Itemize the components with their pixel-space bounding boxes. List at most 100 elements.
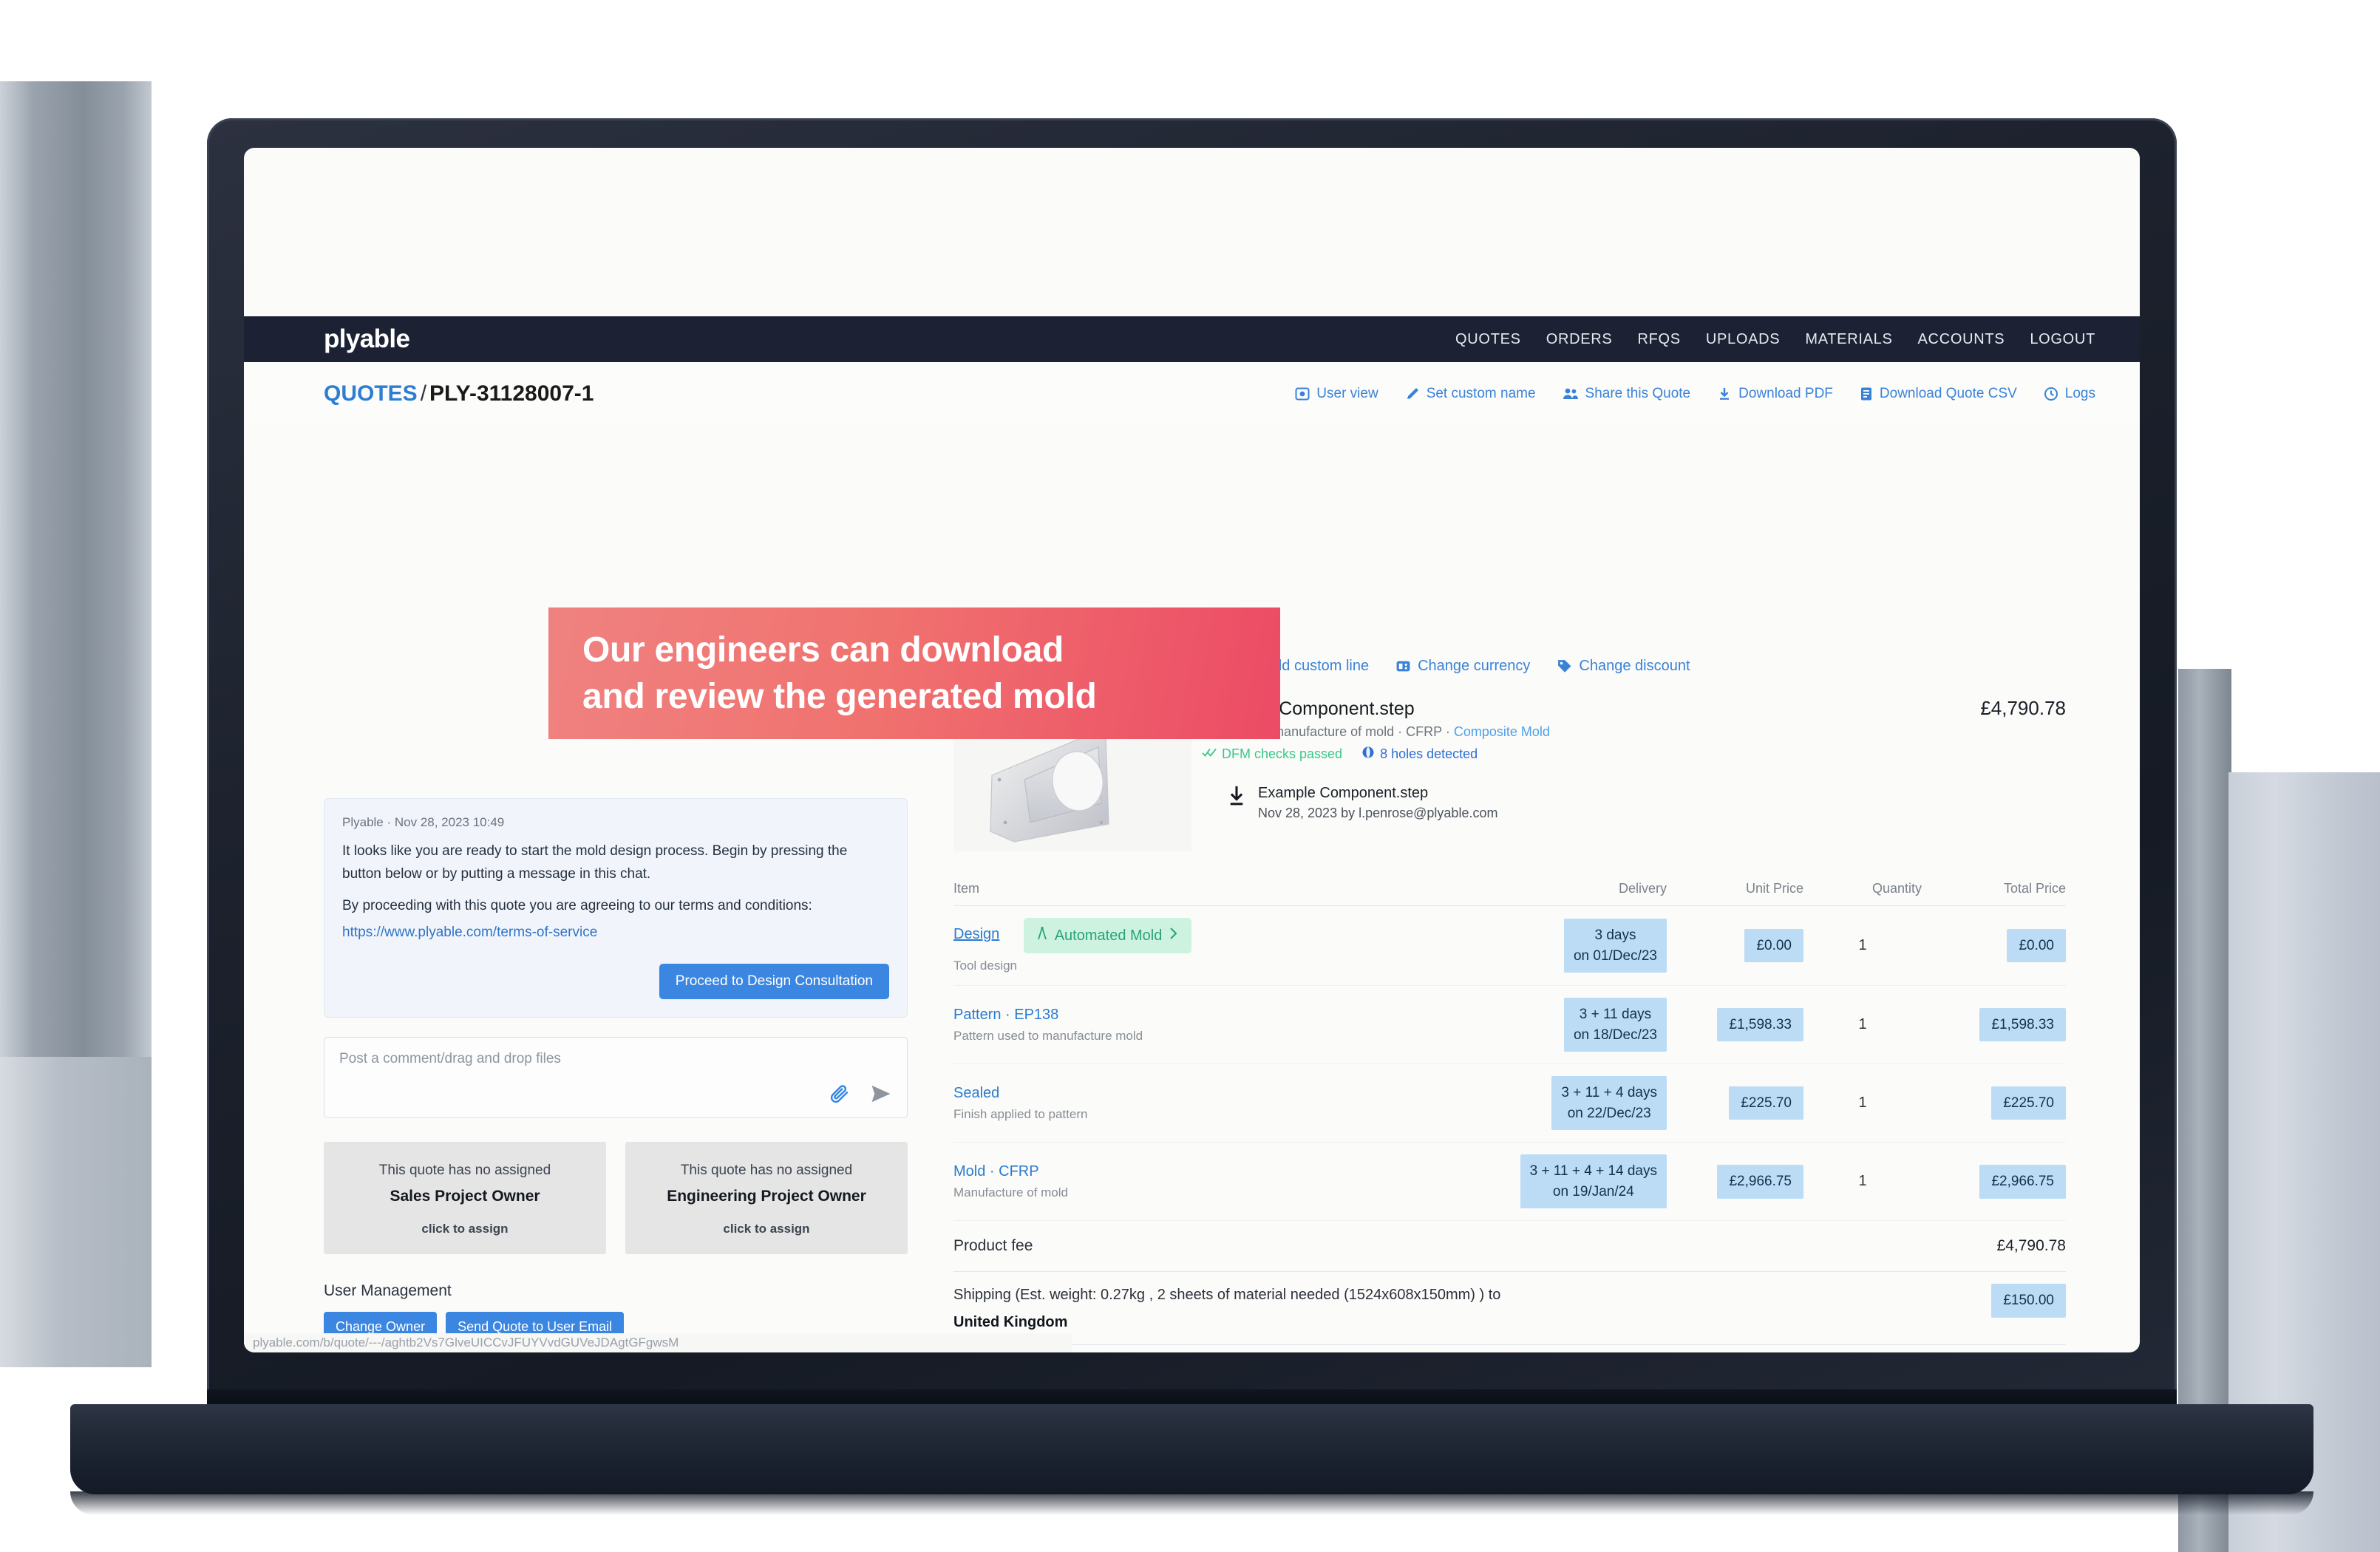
th-delivery: Delivery — [1515, 874, 1667, 906]
comment-placeholder: Post a comment/drag and drop files — [339, 1051, 561, 1067]
delivery-pill: 3 days on 01/Dec/23 — [1563, 918, 1667, 973]
download-csv-button[interactable]: Download Quote CSV — [1860, 386, 2017, 402]
delivery-days: 3 + 11 + 4 days — [1561, 1085, 1657, 1101]
desk-edge-left — [0, 81, 152, 1057]
user-view-button[interactable]: User view — [1295, 386, 1378, 402]
dfm-label: DFM checks passed — [1222, 746, 1343, 761]
sales-project-owner-card[interactable]: This quote has no assigned Sales Project… — [324, 1142, 606, 1255]
line-items-body: Design Automated Mold Tool design 3 days… — [953, 905, 2066, 1222]
set-custom-name-button[interactable]: Set custom name — [1405, 386, 1536, 402]
table-row: Design Automated Mold Tool design 3 days… — [953, 905, 2066, 986]
paperclip-icon[interactable] — [829, 1083, 851, 1109]
cell-total-price: £1,598.33 — [1922, 985, 2066, 1065]
browser-page: plyable QUOTES ORDERS RFQS UPLOADS MATER… — [244, 148, 2140, 1352]
compass-icon — [1036, 926, 1048, 945]
line-item-name-link[interactable]: Pattern · EP138 — [953, 1007, 1058, 1023]
cell-unit-price: £2,966.75 — [1667, 1142, 1803, 1222]
delivery-days: 3 + 11 days — [1579, 1007, 1652, 1022]
nav-link-logout[interactable]: LOGOUT — [2030, 331, 2095, 348]
part-flags: DFM checks passed 8 holes detected — [1202, 746, 2066, 763]
cell-total-price: £225.70 — [1922, 1063, 2066, 1143]
user-management-title: User Management — [324, 1282, 452, 1300]
breadcrumb-quote-id: PLY-31128007-1 — [429, 381, 594, 406]
engineering-owner-assign-hint: click to assign — [723, 1222, 810, 1236]
change-currency-button[interactable]: Change currency — [1395, 658, 1530, 675]
nav-link-uploads[interactable]: UPLOADS — [1706, 331, 1781, 348]
share-quote-button[interactable]: Share this Quote — [1563, 386, 1690, 402]
terms-of-service-link[interactable]: https://www.plyable.com/terms-of-service — [342, 922, 889, 945]
breadcrumb-separator: / — [420, 381, 427, 406]
nav-link-materials[interactable]: MATERIALS — [1805, 331, 1892, 348]
automated-mold-badge[interactable]: Automated Mold — [1023, 918, 1192, 953]
part-file-row[interactable]: Example Component.step Nov 28, 2023 by l… — [1202, 785, 2066, 821]
nav-link-orders[interactable]: ORDERS — [1546, 331, 1613, 348]
cell-quantity: 1 — [1803, 1142, 1922, 1222]
logs-button[interactable]: Logs — [2044, 386, 2095, 402]
shipping-label: Shipping (Est. weight: 0.27kg , 2 sheets… — [953, 1287, 1501, 1304]
file-csv-icon — [1860, 387, 1873, 401]
cell-total-price: £0.00 — [1922, 905, 2066, 986]
table-row: Pattern · EP138 Pattern used to manufact… — [953, 985, 2066, 1065]
part-total-price: £4,790.78 — [1980, 697, 2066, 719]
change-discount-button[interactable]: Change discount — [1557, 658, 1690, 675]
cell-unit-price: £1,598.33 — [1667, 985, 1803, 1065]
nav-link-quotes[interactable]: QUOTES — [1455, 331, 1521, 348]
part-file-name: Example Component.step — [1258, 785, 1429, 801]
tag-icon — [1557, 658, 1572, 674]
shipping-country: United Kingdom — [953, 1314, 1068, 1331]
brand-logo[interactable]: plyable — [324, 324, 410, 354]
user-view-label: User view — [1316, 386, 1378, 401]
nav-link-rfqs[interactable]: RFQS — [1637, 331, 1680, 348]
shipping-value-pill: £150.00 — [1991, 1284, 2066, 1318]
cell-quantity: 1 — [1803, 985, 1922, 1065]
sales-owner-title: Sales Project Owner — [390, 1188, 540, 1205]
breadcrumb-quotes-link[interactable]: QUOTES — [324, 381, 418, 406]
chat-message-meta: Plyable · Nov 28, 2023 10:49 — [342, 815, 505, 829]
automated-mold-badge-label: Automated Mold — [1054, 927, 1163, 944]
chat-message-card: Plyable · Nov 28, 2023 10:49 It looks li… — [324, 798, 908, 1018]
delivery-pill: 3 + 11 + 4 days on 22/Dec/23 — [1551, 1076, 1667, 1131]
cell-delivery: 3 + 11 + 4 days on 22/Dec/23 — [1515, 1063, 1667, 1143]
part-material-link[interactable]: Composite Mold — [1454, 724, 1550, 739]
engineering-project-owner-card[interactable]: This quote has no assigned Engineering P… — [625, 1142, 908, 1255]
part-file-info: Example Component.step Nov 28, 2023 by l… — [1258, 785, 1497, 821]
callout-line-2: and review the generated mold — [582, 677, 1097, 716]
line-item-desc: Manufacture of mold — [953, 1185, 1068, 1199]
line-item-name-link[interactable]: Mold · CFRP — [953, 1163, 1039, 1180]
send-icon[interactable] — [868, 1083, 894, 1109]
line-item-name-link[interactable]: Design — [953, 926, 999, 942]
unit-price-pill: £225.70 — [1729, 1086, 1803, 1120]
nav-links: QUOTES ORDERS RFQS UPLOADS MATERIALS ACC… — [1455, 331, 2095, 348]
unit-price-pill: £1,598.33 — [1717, 1007, 1803, 1042]
delivery-pill: 3 + 11 days on 18/Dec/23 — [1563, 998, 1667, 1052]
line-items-head: Item Delivery Unit Price Quantity Total … — [953, 874, 2066, 906]
table-row: Mold · CFRP Manufacture of mold 3 + 11 +… — [953, 1142, 2066, 1222]
callout-banner: Our engineers can download and review th… — [548, 607, 1280, 739]
shipping-row: Shipping (Est. weight: 0.27kg , 2 sheets… — [953, 1272, 2066, 1346]
cell-item: Mold · CFRP Manufacture of mold — [953, 1142, 1515, 1222]
right-panel: Edit Quote Upload more CAD — [953, 443, 2066, 1352]
total-price-pill: £2,966.75 — [1979, 1164, 2066, 1199]
comment-input-box[interactable]: Post a comment/drag and drop files — [324, 1037, 908, 1119]
line-items-header-row: Item Delivery Unit Price Quantity Total … — [953, 874, 2066, 906]
line-item-name-link[interactable]: Sealed — [953, 1085, 999, 1101]
delivery-date: on 22/Dec/23 — [1567, 1105, 1651, 1121]
chat-cta-wrap: Proceed to Design Consultation — [342, 964, 889, 1000]
th-total-price: Total Price — [1922, 874, 2066, 906]
proceed-to-design-consultation-button[interactable]: Proceed to Design Consultation — [659, 964, 889, 1000]
part-file-meta: Nov 28, 2023 by l.penrose@plyable.com — [1258, 806, 1498, 820]
holes-label: 8 holes detected — [1380, 746, 1478, 761]
nav-link-accounts[interactable]: ACCOUNTS — [1918, 331, 2005, 348]
line-item-desc: Pattern used to manufacture mold — [953, 1028, 1143, 1043]
cell-delivery: 3 days on 01/Dec/23 — [1515, 905, 1667, 986]
pencil-icon — [1405, 387, 1420, 401]
download-file-icon[interactable] — [1227, 785, 1246, 812]
main-content: Plyable · Nov 28, 2023 10:49 It looks li… — [244, 443, 2140, 1352]
change-discount-label: Change discount — [1579, 658, 1690, 674]
clock-history-icon — [2044, 387, 2058, 401]
scene: plyable QUOTES ORDERS RFQS UPLOADS MATER… — [0, 0, 2380, 1552]
status-bar-url: plyable.com/b/quote/---/aghtb2Vs7GlveUIC… — [244, 1333, 1072, 1352]
project-owner-row: This quote has no assigned Sales Project… — [324, 1142, 908, 1255]
download-pdf-button[interactable]: Download PDF — [1717, 386, 1833, 402]
cell-quantity: 1 — [1803, 905, 1922, 986]
